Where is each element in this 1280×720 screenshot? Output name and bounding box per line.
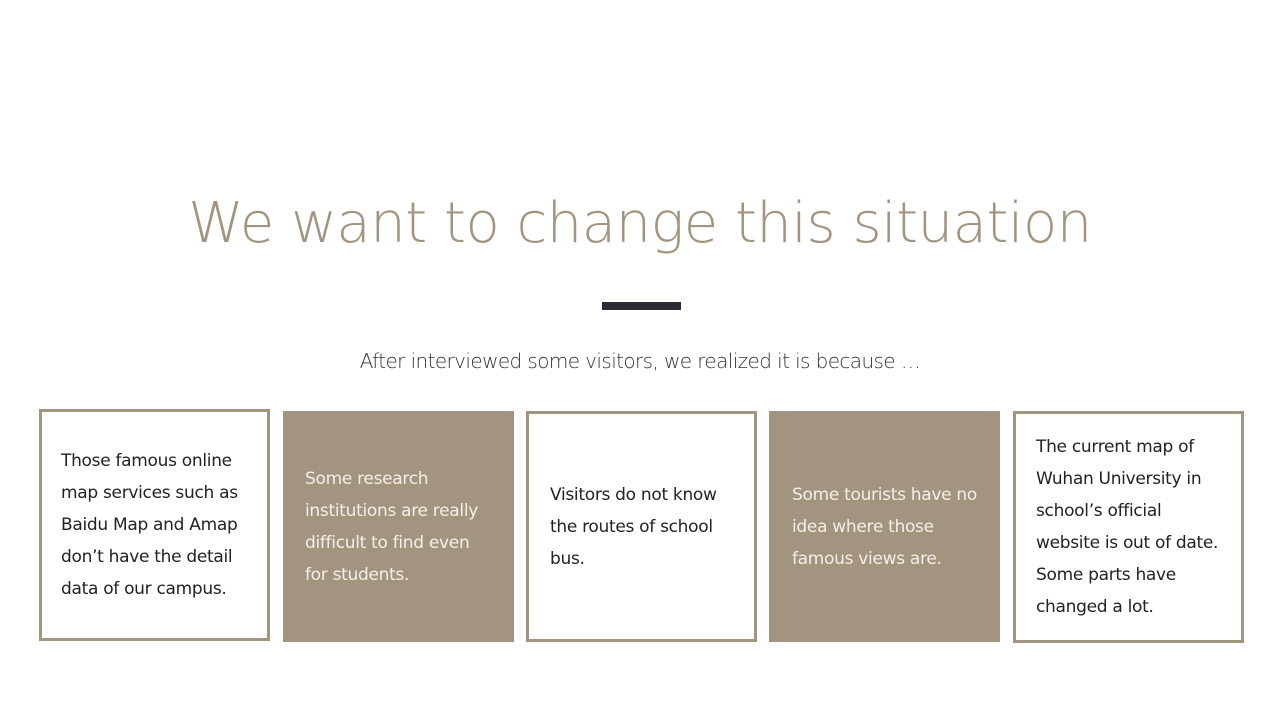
- slide-title: We want to change this situation: [188, 191, 1092, 256]
- reason-card-online-maps: Those famous online map services such as…: [39, 409, 270, 641]
- reason-card-text: The current map of Wuhan University in s…: [1036, 437, 1219, 617]
- title-divider: [602, 302, 681, 310]
- reason-card-official-map: The current map of Wuhan University in s…: [1013, 411, 1244, 643]
- reason-card-text: Visitors do not know the routes of schoo…: [550, 484, 717, 569]
- reason-card-research-institutions: Some research institutions are really di…: [283, 411, 514, 642]
- reason-card-text: Those famous online map services such as…: [61, 451, 238, 599]
- slide-subtitle: After interviewed some visitors, we real…: [359, 349, 921, 373]
- reason-card-text: Some research institutions are really di…: [305, 468, 479, 585]
- reason-card-text: Some tourists have no idea where those f…: [792, 484, 977, 569]
- reason-card-famous-views: Some tourists have no idea where those f…: [769, 411, 1000, 642]
- reason-card-school-bus: Visitors do not know the routes of schoo…: [526, 411, 757, 642]
